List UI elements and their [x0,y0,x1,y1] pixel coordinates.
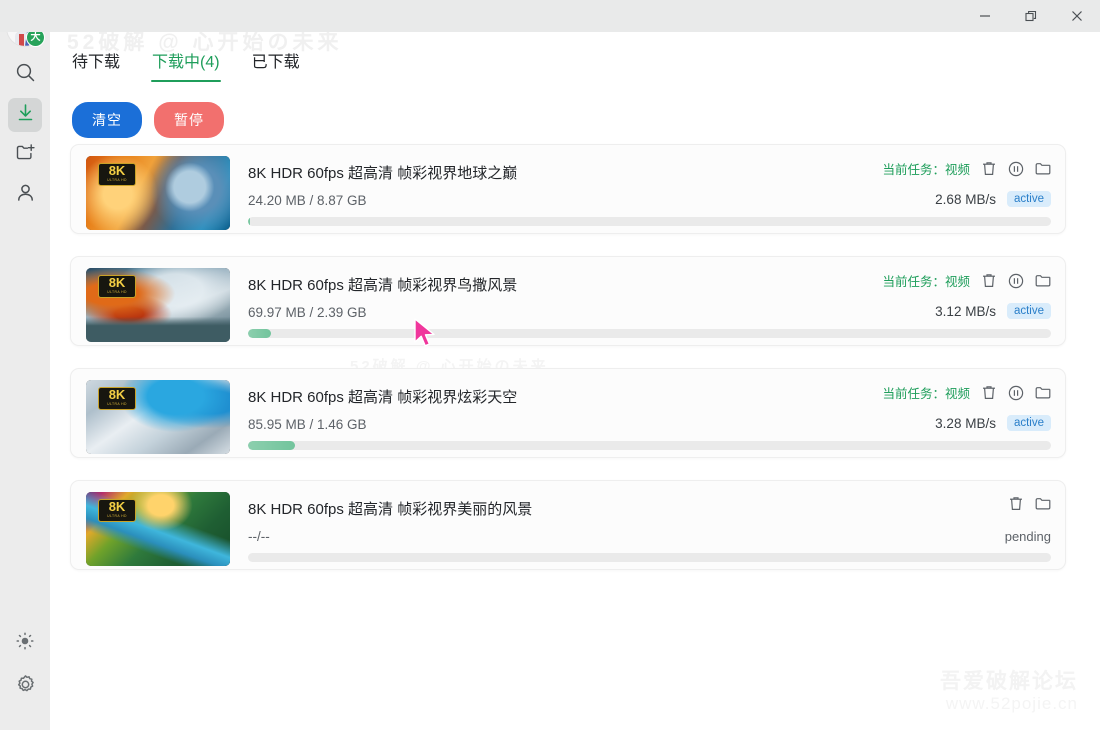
delete-icon[interactable] [1007,495,1024,512]
current-task-label: 当前任务：视频 [882,163,970,177]
toolbar: 清空 暂停 [72,102,224,138]
progress-fill [248,441,295,450]
minimize-button[interactable] [962,0,1008,32]
download-size: 69.97 MB / 2.39 GB [248,305,367,320]
download-item[interactable]: 8K ULTRA HD 8K HDR 60fps 超高清 帧彩视界炫彩天空 85… [70,368,1066,458]
folder-icon[interactable] [1034,495,1051,512]
folder-icon[interactable] [1034,272,1051,289]
gear-icon [15,674,36,700]
pause-icon[interactable] [1007,272,1024,289]
status-badge: active [1006,191,1051,207]
pause-icon[interactable] [1007,384,1024,401]
progress-bar [248,329,1051,338]
download-actions: 当前任务：视频 [882,271,1051,290]
download-title: 8K HDR 60fps 超高清 帧彩视界地球之巅 [248,165,518,182]
thumbnail: 8K ULTRA HD [86,492,230,566]
sidebar-item-search[interactable] [8,58,42,92]
tab-downloading[interactable]: 下载中(4) [150,44,222,84]
download-speed: 3.28 MB/s [935,415,996,431]
status-badge: pending [1004,529,1051,544]
tab-bar: 待下载 下载中(4) 已下载 [70,44,302,84]
progress-fill [248,329,272,338]
download-actions: 当前任务：视频 [882,159,1051,178]
sidebar-nav [0,58,50,218]
status-badge: active [1006,303,1051,319]
delete-icon[interactable] [980,160,997,177]
title-bar [0,0,1100,32]
delete-icon[interactable] [980,272,997,289]
quality-badge: 8K ULTRA HD [98,387,136,410]
quality-badge: 8K ULTRA HD [98,275,136,298]
main-content: 52破解 @ 心开始の未来 52破解 @ 心开始の未来 52破解 @ 心开始の未… [50,32,1100,730]
download-title: 8K HDR 60fps 超高清 帧彩视界鸟撒风景 [248,277,518,294]
download-item[interactable]: 8K ULTRA HD 8K HDR 60fps 超高清 帧彩视界美丽的风景 -… [70,480,1066,570]
delete-icon[interactable] [980,384,997,401]
sidebar-item-account[interactable] [8,178,42,212]
sidebar-item-downloads[interactable] [8,98,42,132]
thumbnail: 8K ULTRA HD [86,380,230,454]
window-controls [962,0,1100,32]
search-icon [15,62,36,88]
watermark-bottom: 吾爱破解论坛 www.52pojie.cn [940,670,1078,714]
pause-icon[interactable] [1007,160,1024,177]
user-icon [15,182,36,208]
thumbnail: 8K ULTRA HD [86,268,230,342]
progress-bar [248,553,1051,562]
clear-button[interactable]: 清空 [72,102,142,138]
tab-downloaded[interactable]: 已下载 [250,44,302,84]
pause-button[interactable]: 暂停 [154,102,224,138]
download-size: --/-- [248,529,270,544]
download-item[interactable]: 8K ULTRA HD 8K HDR 60fps 超高清 帧彩视界鸟撒风景 69… [70,256,1066,346]
download-stats: 2.68 MB/s active [935,191,1051,207]
download-title: 8K HDR 60fps 超高清 帧彩视界炫彩天空 [248,389,518,406]
sidebar-item-theme[interactable] [8,626,42,660]
thumbnail: 8K ULTRA HD [86,156,230,230]
add-folder-icon [15,142,36,168]
progress-bar [248,217,1051,226]
status-badge: active [1006,415,1051,431]
watermark-bottom-line2: www.52pojie.cn [945,694,1078,714]
sun-icon [15,631,35,656]
close-button[interactable] [1054,0,1100,32]
tab-pending[interactable]: 待下载 [70,44,122,84]
sidebar-item-new-task[interactable] [8,138,42,172]
download-stats: 3.28 MB/s active [935,415,1051,431]
download-speed: 3.12 MB/s [935,303,996,319]
download-title: 8K HDR 60fps 超高清 帧彩视界美丽的风景 [248,501,533,518]
watermark-bottom-line1: 吾爱破解论坛 [940,670,1078,694]
sidebar: 大 [0,0,50,730]
download-size: 24.20 MB / 8.87 GB [248,193,367,208]
download-size: 85.95 MB / 1.46 GB [248,417,367,432]
download-icon [15,102,36,128]
quality-badge: 8K ULTRA HD [98,499,136,522]
download-actions: 当前任务：视频 [882,383,1051,402]
download-list: 8K ULTRA HD 8K HDR 60fps 超高清 帧彩视界地球之巅 24… [70,144,1066,592]
download-stats: pending [994,527,1051,546]
folder-icon[interactable] [1034,384,1051,401]
download-stats: 3.12 MB/s active [935,303,1051,319]
app-window: 大 52破解 @ 心开始の未来 52破解 @ 心开始の未来 待下载 下载中(4)… [0,0,1100,730]
current-task-label: 当前任务：视频 [882,387,970,401]
sidebar-bottom-nav [0,626,50,714]
progress-fill [248,217,251,226]
sidebar-item-settings[interactable] [8,670,42,704]
current-task-label: 当前任务：视频 [882,275,970,289]
progress-bar [248,441,1051,450]
download-actions [1007,495,1051,512]
folder-icon[interactable] [1034,160,1051,177]
download-item[interactable]: 8K ULTRA HD 8K HDR 60fps 超高清 帧彩视界地球之巅 24… [70,144,1066,234]
quality-badge: 8K ULTRA HD [98,163,136,186]
maximize-restore-button[interactable] [1008,0,1054,32]
download-speed: 2.68 MB/s [935,191,996,207]
